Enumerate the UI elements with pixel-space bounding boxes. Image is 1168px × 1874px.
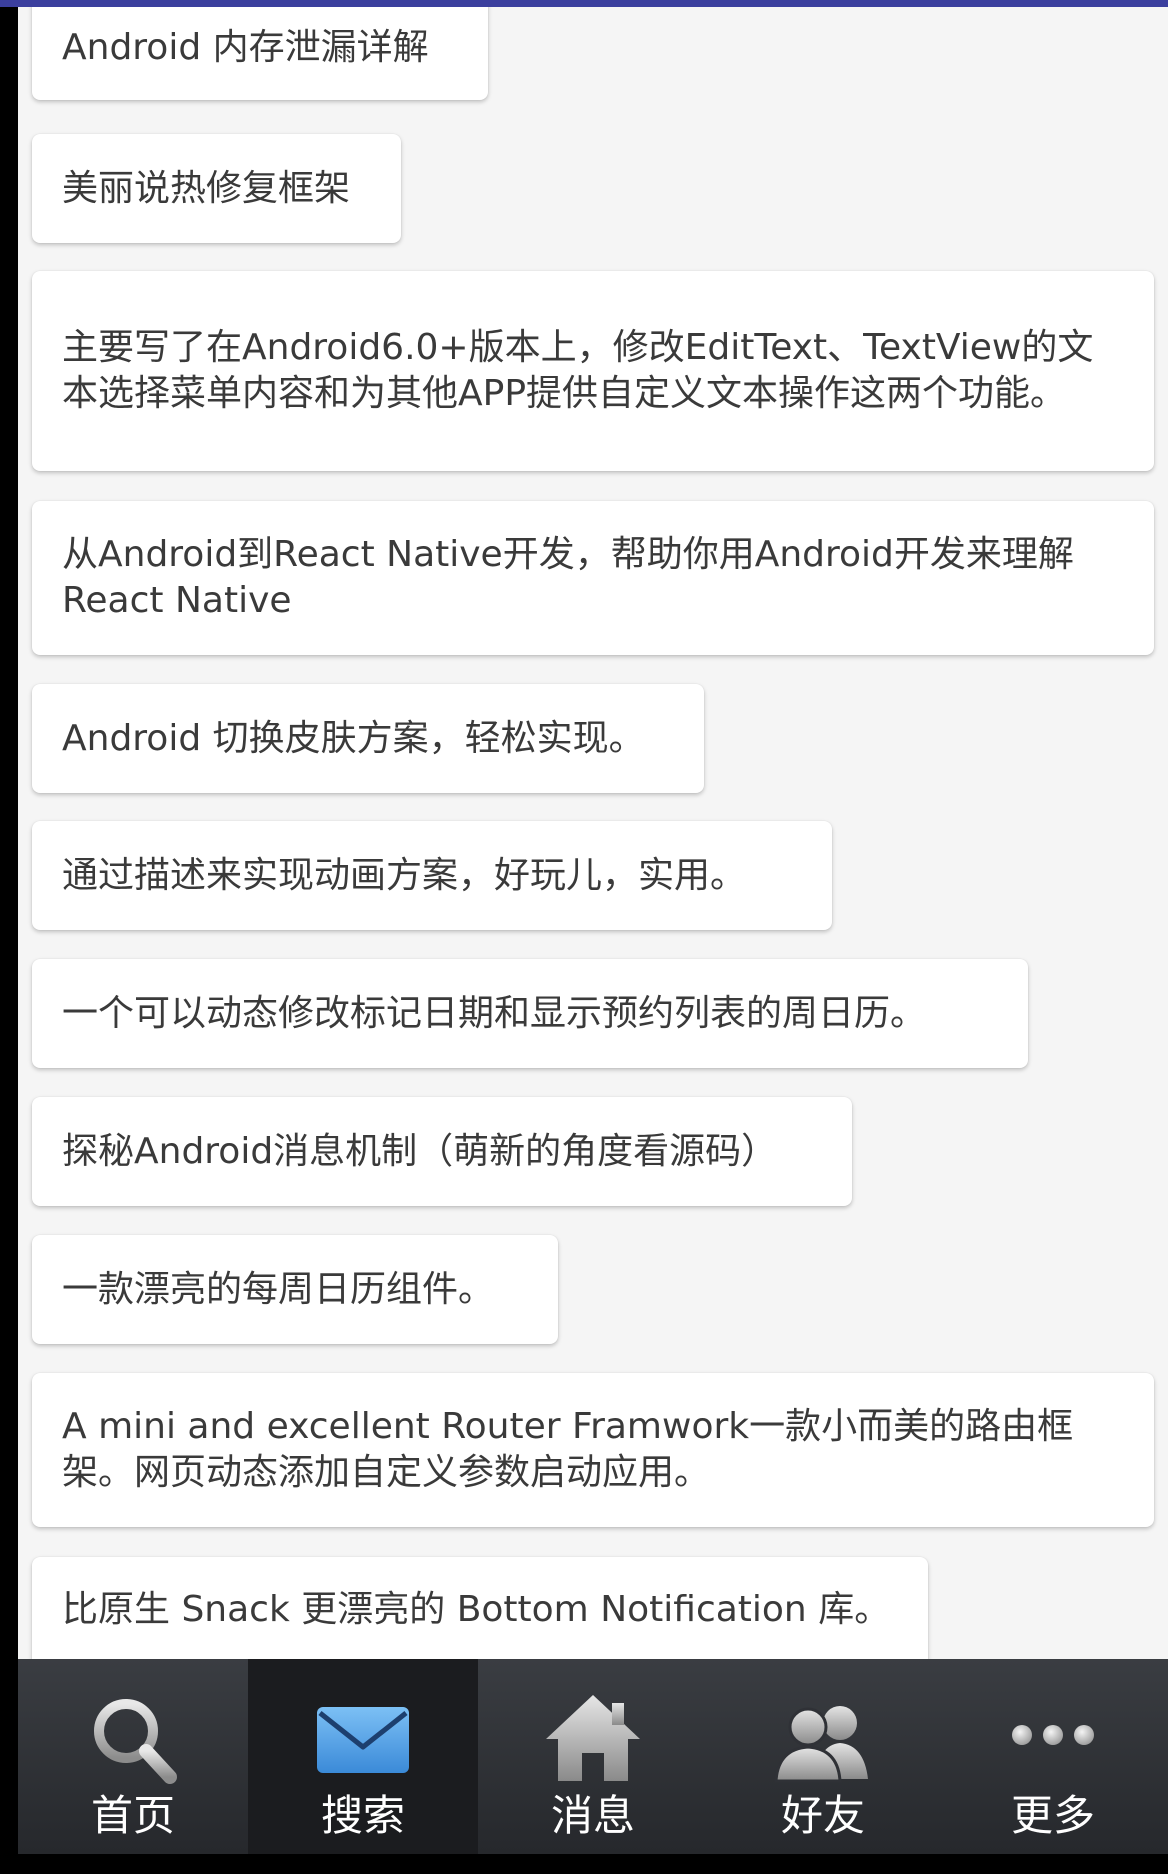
mail-icon — [317, 1707, 409, 1773]
list-item-text: Android 切换皮肤方案，轻松实现。 — [62, 717, 645, 759]
list-item[interactable]: A mini and excellent Router Framwork一款小而… — [32, 1373, 1154, 1527]
list-item[interactable]: 从Android到React Native开发，帮助你用Android开发来理解… — [32, 501, 1154, 655]
tab-friends[interactable]: 好友 — [708, 1659, 938, 1854]
list-item-text: 比原生 Snack 更漂亮的 Bottom Notification 库。 — [62, 1589, 891, 1630]
list-item[interactable]: 美丽说热修复框架 — [32, 134, 401, 243]
article-list[interactable]: Android 内存泄漏详解 美丽说热修复框架 主要写了在Android6.0+… — [18, 7, 1168, 1659]
friends-icon — [774, 1706, 868, 1783]
list-item[interactable]: 探秘Android消息机制（萌新的角度看源码） — [32, 1097, 852, 1206]
tab-home-label: 首页 — [90, 1791, 175, 1840]
tab-home[interactable]: 首页 — [18, 1659, 248, 1854]
tab-friends-label: 好友 — [780, 1791, 865, 1840]
list-item[interactable]: 一款漂亮的每周日历组件。 — [32, 1235, 558, 1344]
status-accent-bar — [0, 0, 1168, 7]
list-item[interactable]: 比原生 Snack 更漂亮的 Bottom Notification 库。 — [32, 1557, 928, 1659]
app-screen: Android 内存泄漏详解 美丽说热修复框架 主要写了在Android6.0+… — [0, 0, 1168, 1874]
tab-messages[interactable]: 消息 — [478, 1659, 708, 1854]
list-item-text: 美丽说热修复框架 — [62, 167, 351, 209]
list-item-text: Android 内存泄漏详解 — [62, 26, 429, 68]
tab-more[interactable]: 更多 — [938, 1659, 1168, 1854]
tab-search-label: 搜索 — [320, 1791, 405, 1840]
list-item-text: 探秘Android消息机制（萌新的角度看源码） — [62, 1130, 778, 1172]
list-item[interactable]: Android 切换皮肤方案，轻松实现。 — [32, 684, 704, 793]
list-item-text: 主要写了在Android6.0+版本上，修改EditText、TextView的… — [62, 327, 1094, 414]
more-icon — [1012, 1725, 1094, 1745]
bottom-navigation-bar: 首页 搜索 消息 好友 更多 — [18, 1659, 1168, 1854]
list-item[interactable]: 一个可以动态修改标记日期和显示预约列表的周日历。 — [32, 959, 1028, 1068]
home-icon — [546, 1695, 640, 1781]
system-bottom-strip — [0, 1854, 1168, 1874]
list-item[interactable]: 主要写了在Android6.0+版本上，修改EditText、TextView的… — [32, 271, 1154, 471]
list-item-text: 一个可以动态修改标记日期和显示预约列表的周日历。 — [62, 992, 927, 1034]
search-icon — [94, 1699, 177, 1784]
list-item-text: 从Android到React Native开发，帮助你用Android开发来理解… — [62, 534, 1074, 621]
list-item-text: 通过描述来实现动画方案，好玩儿，实用。 — [62, 854, 747, 896]
tab-search[interactable]: 搜索 — [248, 1659, 478, 1854]
list-item[interactable]: 通过描述来实现动画方案，好玩儿，实用。 — [32, 821, 832, 930]
tab-more-label: 更多 — [1010, 1791, 1095, 1840]
list-item-text: 一款漂亮的每周日历组件。 — [62, 1268, 495, 1310]
list-item-text: A mini and excellent Router Framwork一款小而… — [62, 1406, 1074, 1493]
list-item[interactable]: Android 内存泄漏详解 — [32, 7, 488, 100]
tab-messages-label: 消息 — [550, 1791, 635, 1840]
